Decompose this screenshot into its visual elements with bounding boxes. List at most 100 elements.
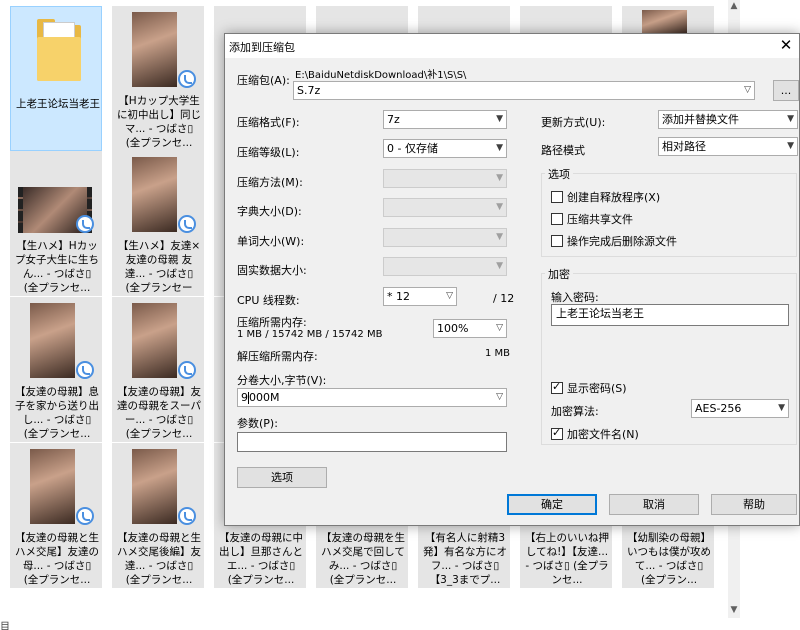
encryption-method-label: 加密算法: — [551, 405, 599, 418]
video-thumbnail — [30, 449, 75, 524]
format-select[interactable]: 7z ▼ — [383, 110, 507, 129]
scroll-down-arrow-icon[interactable]: ▼ — [728, 604, 740, 616]
cancel-button[interactable]: 取消 — [609, 494, 699, 515]
status-bar-text: 目 — [0, 622, 10, 630]
split-size-value-b: 000M — [249, 391, 280, 404]
level-select[interactable]: 0 - 仅存储 ▼ — [383, 139, 507, 158]
level-label: 压缩等级(L): — [237, 146, 300, 159]
checkbox-box[interactable] — [551, 380, 563, 394]
scroll-up-arrow-icon[interactable]: ▲ — [728, 0, 740, 12]
update-mode-select[interactable]: 添加并替换文件 ▼ — [658, 110, 798, 129]
word-size-label: 单词大小(W): — [237, 235, 305, 248]
archive-label: 压缩包(A): — [237, 74, 290, 87]
cloud-sync-icon — [178, 70, 196, 88]
options-button[interactable]: 选项 — [237, 467, 327, 488]
help-button[interactable]: 帮助 — [711, 494, 797, 515]
dialog-titlebar[interactable]: 添加到压缩包 ✕ — [225, 34, 799, 58]
password-input[interactable]: 上老王论坛当老王 — [551, 304, 789, 326]
chevron-down-icon: ▽ — [496, 323, 503, 333]
compress-shared-label: 压缩共享文件 — [567, 213, 633, 226]
archive-name-value: S.7z — [297, 84, 321, 97]
mem-compress-label: 压缩所需内存: — [237, 316, 307, 329]
close-icon[interactable]: ✕ — [773, 34, 799, 58]
dictionary-select: ▼ — [383, 198, 507, 217]
solid-block-select: ▼ — [383, 257, 507, 276]
options-group-title: 选项 — [545, 166, 573, 182]
file-item[interactable]: 【生ハメ】Hカップ女子大生に生ちん... - つばさ▯ (全プランセ... — [10, 151, 102, 296]
browse-button[interactable]: ... — [773, 80, 799, 101]
chevron-down-icon: ▼ — [496, 143, 503, 153]
file-label: 【生ハメ】友達×友達の母親 友達... - つばさ▯ (全プランセール... — [117, 240, 201, 294]
threads-select[interactable]: * 12 ▽ — [383, 287, 457, 306]
file-label: 【Hカップ大学生に初中出し】同じマ... - つばさ▯ (全プランセ... — [117, 95, 201, 149]
file-label: 【友達の母親と生ハメ交尾】友達の母... - つばさ▯ (全プランセ... — [15, 532, 99, 586]
chevron-down-icon: ▼ — [496, 261, 503, 271]
threads-max: / 12 — [493, 292, 515, 305]
dictionary-label: 字典大小(D): — [237, 205, 302, 218]
create-sfx-label: 创建自释放程序(X) — [567, 191, 661, 204]
file-item[interactable]: 【友達の母親と生ハメ交尾後編】友達... - つばさ▯ (全プランセ... — [112, 443, 204, 588]
folder-item[interactable]: 上老王论坛当老王 — [10, 6, 102, 151]
memory-percent-select[interactable]: 100% ▽ — [433, 319, 507, 338]
file-item[interactable]: 【生ハメ】友達×友達の母親 友達... - つばさ▯ (全プランセール... — [112, 151, 204, 296]
create-sfx-checkbox[interactable]: 创建自释放程序(X) — [551, 189, 660, 205]
encryption-method-value: AES-256 — [695, 402, 742, 415]
split-size-label: 分卷大小,字节(V): — [237, 374, 327, 387]
memory-percent-value: 100% — [437, 322, 469, 335]
method-label: 压缩方法(M): — [237, 176, 303, 189]
encrypt-names-checkbox[interactable]: 加密文件名(N) — [551, 426, 639, 442]
cloud-sync-icon — [76, 361, 94, 379]
path-mode-select[interactable]: 相对路径 ▼ — [658, 137, 798, 156]
archive-name-combo[interactable]: S.7z ▽ — [293, 81, 755, 100]
threads-value: * 12 — [387, 290, 410, 303]
file-label: 【友達の母親】息子を家から送り出し... - つばさ▯ (全プランセ... — [15, 386, 99, 440]
method-select: ▼ — [383, 169, 507, 188]
split-size-combo[interactable]: 9000M ▽ — [237, 388, 507, 407]
path-mode-label: 路径模式 — [541, 144, 585, 157]
compress-shared-checkbox[interactable]: 压缩共享文件 — [551, 211, 633, 227]
file-label: 【生ハメ】Hカップ女子大生に生ちん... - つばさ▯ (全プランセ... — [15, 240, 99, 294]
password-label: 输入密码: — [551, 291, 599, 304]
delete-after-checkbox[interactable]: 操作完成后删除源文件 — [551, 233, 677, 249]
file-item[interactable]: 【友達の母親】友達の母親をスーパー... - つばさ▯ (全プランセ... — [112, 297, 204, 442]
folder-icon — [37, 19, 81, 81]
cloud-sync-icon — [76, 507, 94, 525]
parameters-label: 参数(P): — [237, 417, 278, 430]
folder-label: 上老王论坛当老王 — [16, 98, 100, 110]
cloud-sync-icon — [76, 215, 94, 233]
file-item[interactable]: 【友達の母親と生ハメ交尾】友達の母... - つばさ▯ (全プランセ... — [10, 443, 102, 588]
chevron-down-icon: ▼ — [496, 114, 503, 124]
cloud-sync-icon — [178, 215, 196, 233]
file-label: 【友達の母親を生ハメ交尾で回してみ... - つばさ▯ (全プランセ... — [321, 532, 405, 586]
checkbox-box[interactable] — [551, 213, 563, 225]
chevron-down-icon: ▼ — [787, 114, 794, 124]
video-thumbnail — [30, 303, 75, 378]
format-label: 压缩格式(F): — [237, 116, 300, 129]
file-item[interactable]: 【Hカップ大学生に初中出し】同じマ... - つばさ▯ (全プランセ... — [112, 6, 204, 151]
file-label: 【幼馴染の母親】いつもは僕が攻めて... - つばさ▯ (全プラン... — [627, 532, 711, 586]
ok-button[interactable]: 确定 — [507, 494, 597, 515]
chevron-down-icon: ▼ — [787, 141, 794, 151]
video-thumbnail — [642, 10, 687, 34]
threads-label: CPU 线程数: — [237, 294, 300, 307]
chevron-down-icon: ▼ — [778, 403, 785, 413]
mem-decompress-label: 解压缩所需内存: — [237, 350, 318, 363]
encrypt-names-label: 加密文件名(N) — [567, 428, 639, 441]
checkbox-box[interactable] — [551, 426, 563, 440]
show-password-label: 显示密码(S) — [567, 382, 627, 395]
parameters-input[interactable] — [237, 432, 507, 452]
show-password-checkbox[interactable]: 显示密码(S) — [551, 380, 627, 396]
chevron-down-icon: ▼ — [496, 173, 503, 183]
mem-decompress-value: 1 MB — [485, 348, 511, 359]
split-size-value-a: 9 — [241, 391, 248, 404]
path-mode-value: 相对路径 — [662, 140, 706, 153]
chevron-down-icon: ▼ — [496, 232, 503, 242]
chevron-down-icon: ▽ — [496, 392, 503, 402]
add-to-archive-dialog: 添加到压缩包 ✕ 压缩包(A): E:\BaiduNetdiskDownload… — [224, 33, 800, 526]
encryption-method-select[interactable]: AES-256 ▼ — [691, 399, 789, 418]
checkbox-box[interactable] — [551, 191, 563, 203]
checkbox-box[interactable] — [551, 235, 563, 247]
chevron-down-icon: ▽ — [744, 85, 751, 95]
video-thumbnail — [132, 12, 177, 87]
file-item[interactable]: 【友達の母親】息子を家から送り出し... - つばさ▯ (全プランセ... — [10, 297, 102, 442]
